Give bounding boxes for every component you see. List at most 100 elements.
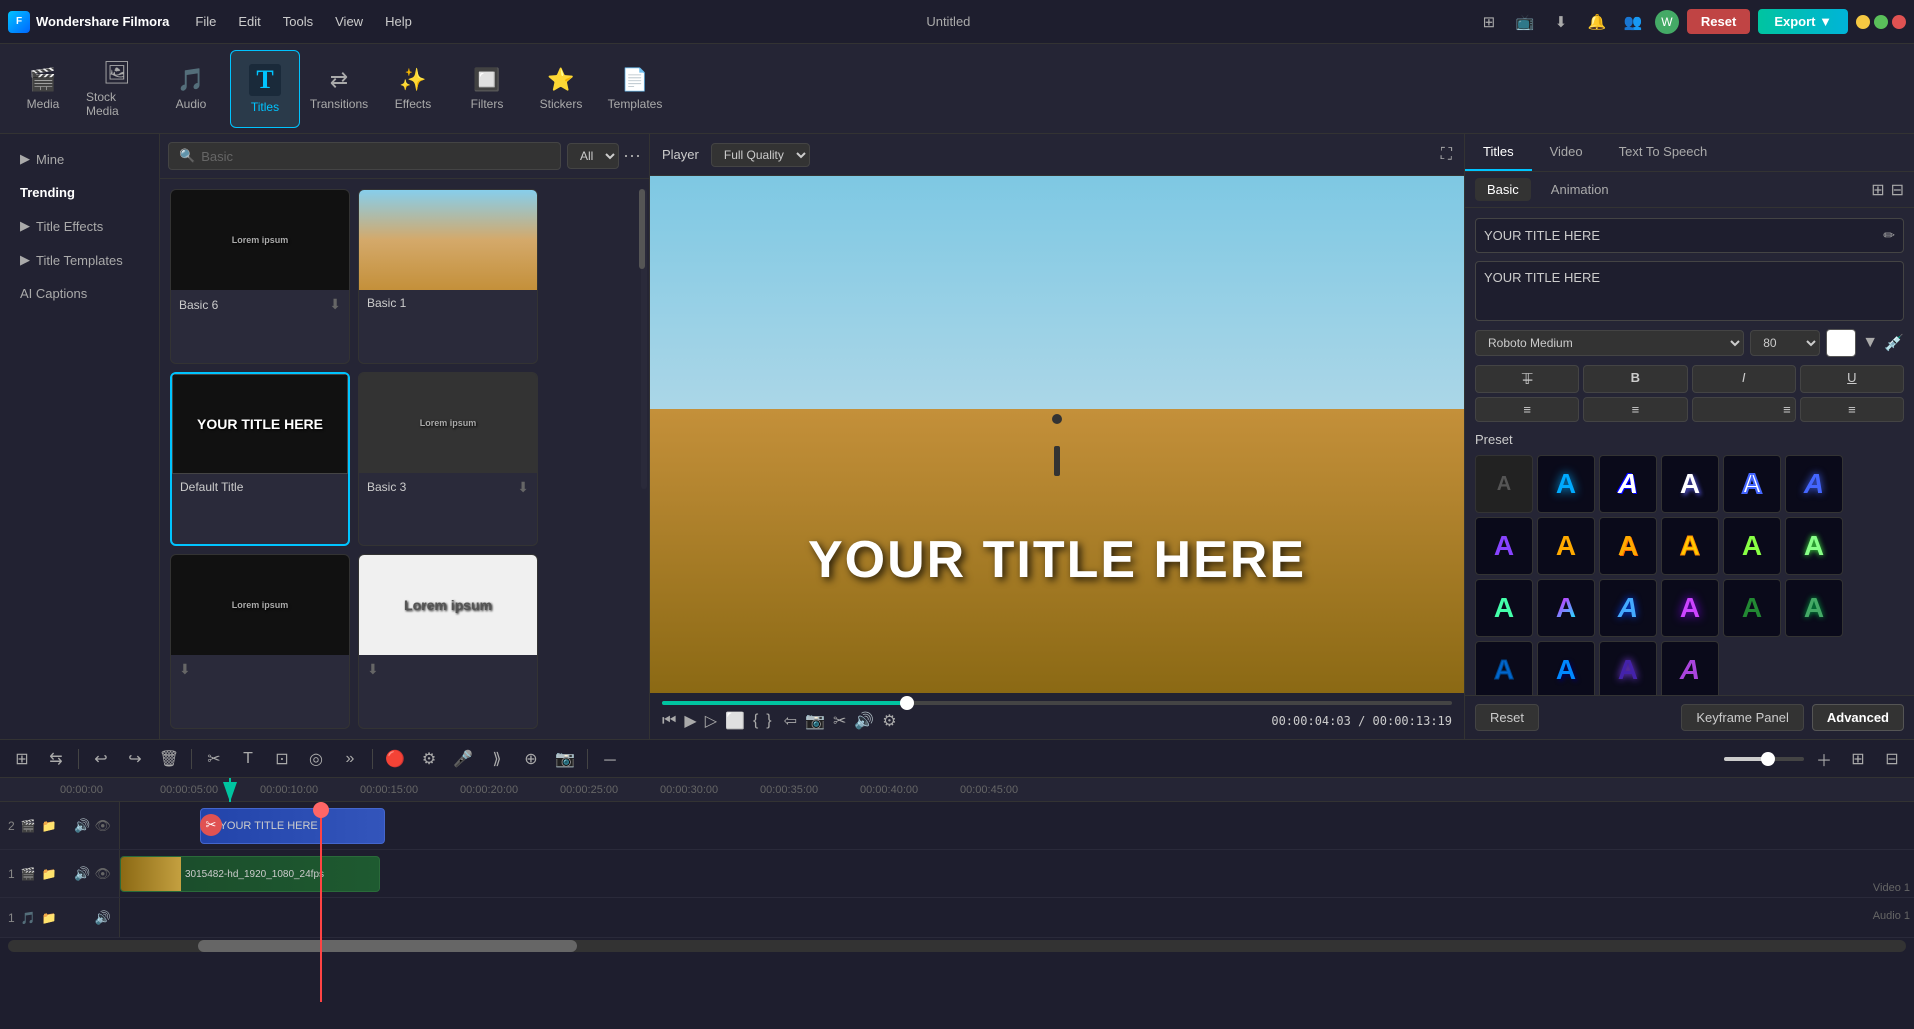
stop-icon[interactable]: ⬜ [725,711,745,731]
preset-19[interactable]: A [1537,641,1595,695]
progress-bar[interactable] [662,701,1452,705]
align-left-btn[interactable]: ≡ [1475,397,1579,422]
community-icon[interactable]: 👥 [1619,8,1647,36]
size-select[interactable]: 80 [1750,330,1820,356]
preset-1[interactable]: A [1537,455,1595,513]
sidebar-item-mine[interactable]: ▶ Mine [4,143,155,175]
text-area[interactable]: YOUR TITLE HERE [1475,261,1904,321]
scrollbar-thumb[interactable] [639,189,645,269]
preset-20[interactable]: A [1599,641,1657,695]
lorem-download-icon[interactable]: ⬇ [367,661,379,678]
mask-icon[interactable]: ◎ [302,745,330,773]
preset-16[interactable]: A [1723,579,1781,637]
preset-21[interactable]: A [1661,641,1719,695]
preset-9[interactable]: A [1661,517,1719,575]
grid-item-basic6[interactable]: Lorem ipsum Basic 6 ⬇ [170,189,350,364]
progress-thumb[interactable] [900,696,914,710]
title-icon[interactable]: T [234,745,262,773]
redo-icon[interactable]: ↪ [121,745,149,773]
filter-more-icon[interactable]: ⋯ [623,146,641,167]
b5-download-icon[interactable]: ⬇ [179,661,191,678]
underline-btn[interactable]: U [1800,365,1904,393]
preset-6[interactable]: A [1475,517,1533,575]
track-audio-icon[interactable]: 🔊 [74,818,90,834]
menu-edit[interactable]: Edit [228,10,270,33]
align-right-btn[interactable]: ≡ [1692,397,1796,422]
tab-text-to-speech[interactable]: Text To Speech [1601,134,1726,171]
delete-icon[interactable]: 🗑 [155,745,183,773]
audio-icon[interactable]: 🔊 [854,711,874,731]
grid-item-b5[interactable]: Lorem ipsum ⬇ [170,554,350,729]
video-clip[interactable]: 3015482-hd_1920_1080_24fps [120,856,380,892]
expand-icon[interactable]: ⊞ [1871,180,1884,200]
sidebar-item-title-templates[interactable]: ▶ Title Templates [4,244,155,276]
mark-out-icon[interactable]: } [766,712,771,730]
grid-item-basic3[interactable]: Lorem ipsum Basic 3 ⬇ [358,372,538,547]
track-add-icon-1[interactable]: 📁 [42,867,57,881]
grid-item-default[interactable]: YOUR TITLE HERE Default Title [170,372,350,547]
preview-expand-icon[interactable]: ⛶ [1441,146,1452,164]
cut-icon[interactable]: ✂ [200,745,228,773]
align-justify-btn[interactable]: ≡ [1800,397,1904,422]
quality-select[interactable]: Full Quality [711,143,810,167]
purchase-button[interactable]: Reset [1687,9,1750,34]
collapse-icon[interactable]: ⊟ [1891,180,1904,200]
media-add-icon[interactable]: 📷 [551,745,579,773]
bold-btn[interactable]: B [1583,365,1687,393]
eyedropper-icon[interactable]: 💉 [1884,333,1904,353]
tab-video[interactable]: Video [1532,134,1601,171]
tool-audio[interactable]: 🎵 Audio [156,50,226,128]
preset-2[interactable]: A [1599,455,1657,513]
track-icon[interactable]: ⊕ [517,745,545,773]
export-button[interactable]: Export ▼ [1758,9,1848,34]
sidebar-item-ai-captions[interactable]: AI Captions [4,278,155,309]
preset-11[interactable]: A [1785,517,1843,575]
grid-icon[interactable]: ⊞ [1844,745,1872,773]
preset-none[interactable]: A [1475,455,1533,513]
voice-icon[interactable]: 🎤 [449,745,477,773]
play-alt-icon[interactable]: ▷ [705,711,717,731]
tool-effects[interactable]: ✨ Effects [378,50,448,128]
title-clip[interactable]: T YOUR TITLE HERE [200,808,385,844]
menu-view[interactable]: View [325,10,373,33]
play-icon[interactable]: ▶ [684,711,696,731]
close-button[interactable] [1892,15,1906,29]
zoom-out-icon[interactable]: － [596,745,624,773]
grid-item-lorem[interactable]: Lorem ipsum ⬇ [358,554,538,729]
split-icon[interactable]: ✂ [833,711,846,731]
preset-10[interactable]: A [1723,517,1781,575]
multi-track-icon[interactable]: ⊞ [8,745,36,773]
settings-icon[interactable]: ⚙ [882,711,896,731]
preset-8[interactable]: A [1599,517,1657,575]
preset-15[interactable]: A [1661,579,1719,637]
preset-7[interactable]: A [1537,517,1595,575]
subtab-basic[interactable]: Basic [1475,178,1531,201]
basic6-download-icon[interactable]: ⬇ [329,296,341,313]
magnet-icon[interactable]: 🔴 [381,745,409,773]
snapshot-icon[interactable]: 📷 [805,711,825,731]
align-center-btn[interactable]: ≡ [1583,397,1687,422]
track-eye-icon[interactable]: 👁 [94,818,111,834]
ripple-icon[interactable]: ⇆ [42,745,70,773]
filter-select[interactable]: All [567,143,619,169]
zoom-bar[interactable] [1724,757,1804,761]
grid-item-basic1[interactable]: Basic 1 [358,189,538,364]
basic3-download-icon[interactable]: ⬇ [517,479,529,496]
split-clip-icon[interactable]: ⟫ [483,745,511,773]
preset-18[interactable]: A [1475,641,1533,695]
tool-media[interactable]: 🎬 Media [8,50,78,128]
italic-btn[interactable]: I [1692,365,1796,393]
menu-help[interactable]: Help [375,10,422,33]
prev-frame-icon[interactable]: ⇦ [784,711,797,731]
preset-5[interactable]: A [1785,455,1843,513]
minimize-button[interactable] [1856,15,1870,29]
track-eye-icon-1[interactable]: 👁 [94,866,111,882]
zoom-thumb[interactable] [1761,752,1775,766]
layout-icon[interactable]: ⊞ [1475,8,1503,36]
track-add-icon[interactable]: 📁 [42,819,57,833]
tool-titles[interactable]: T Titles [230,50,300,128]
preset-14[interactable]: A [1599,579,1657,637]
more-icon[interactable]: » [336,745,364,773]
subtab-animation[interactable]: Animation [1539,178,1621,201]
sidebar-item-title-effects[interactable]: ▶ Title Effects [4,210,155,242]
